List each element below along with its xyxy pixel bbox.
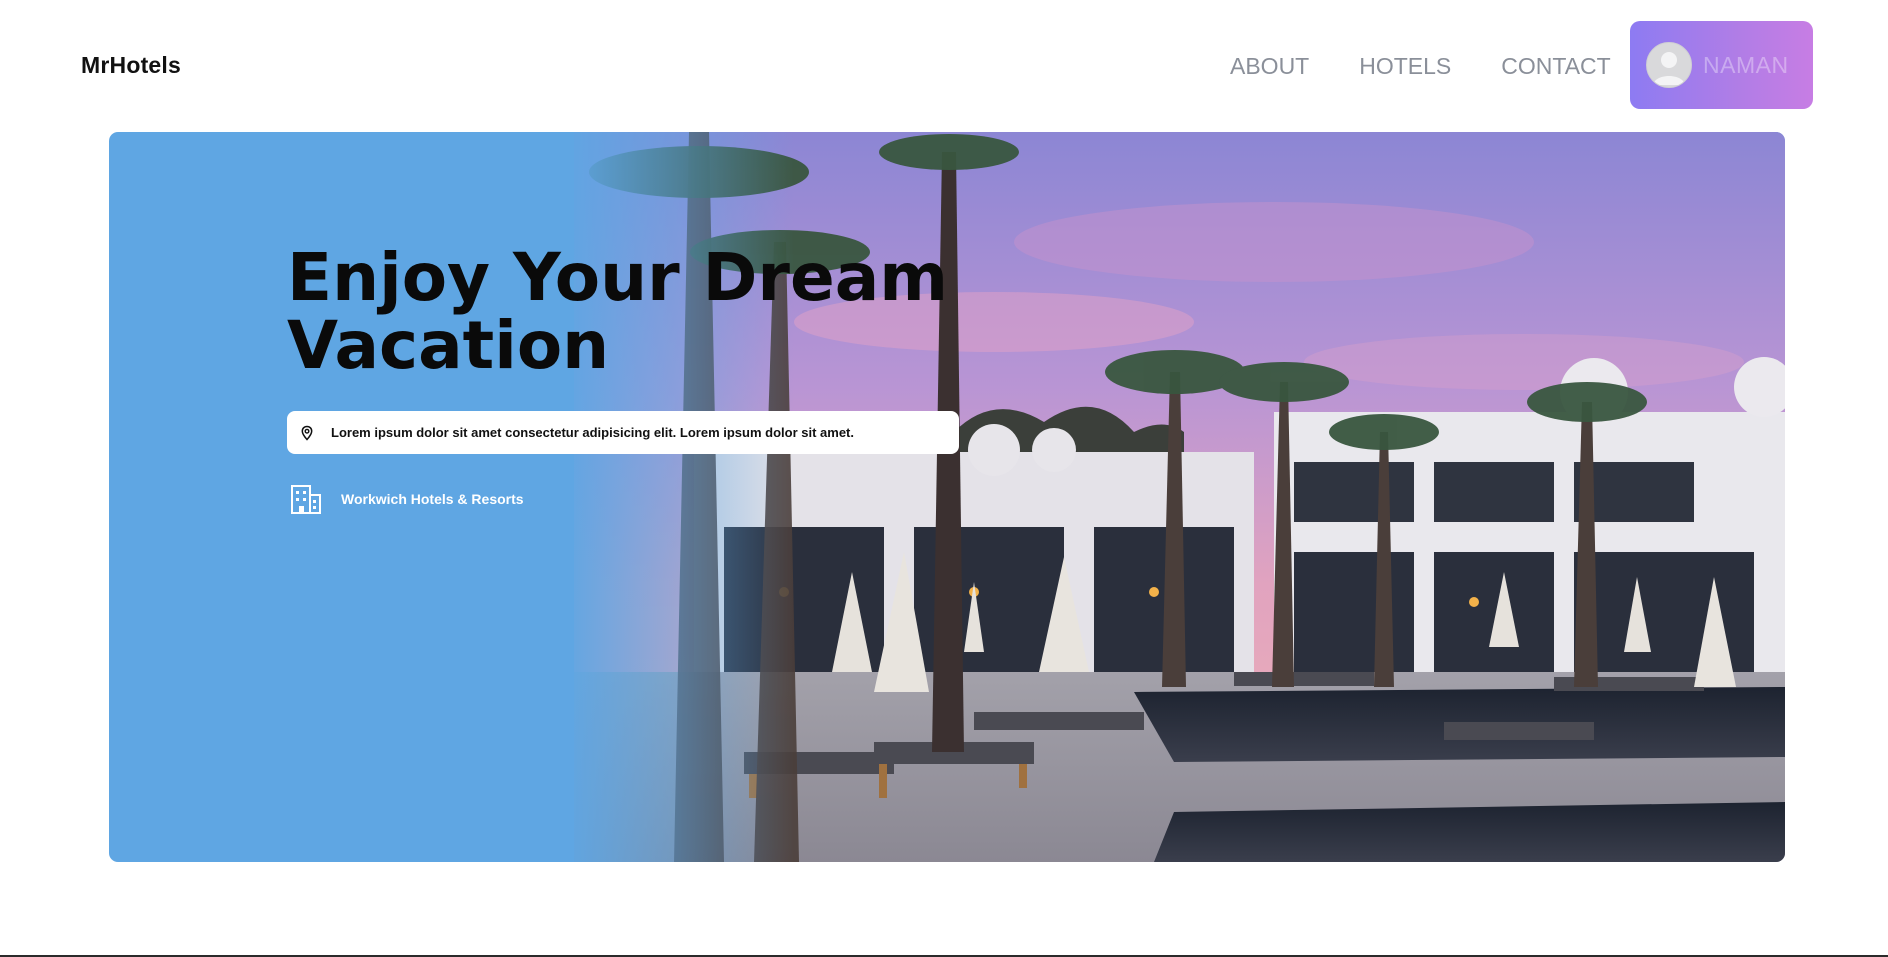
location-pill: Lorem ipsum dolor sit amet consectetur a… — [287, 411, 959, 454]
navbar: MrHotels ABOUT HOTELS CONTACT NAMAN — [0, 0, 1888, 132]
company-name: Workwich Hotels & Resorts — [341, 491, 524, 507]
profile-name: NAMAN — [1703, 51, 1789, 78]
hero-title-line1: Enjoy Your Dream — [287, 239, 949, 316]
hero-banner: Enjoy Your Dream Vacation Lorem ipsum do… — [109, 132, 1785, 862]
profile-button[interactable]: NAMAN — [1630, 21, 1813, 109]
user-avatar-icon — [1646, 42, 1692, 88]
nav-link-hotels[interactable]: HOTELS — [1359, 50, 1451, 82]
building-icon — [291, 485, 321, 514]
map-pin-icon — [301, 425, 313, 441]
company-info: Workwich Hotels & Resorts — [289, 482, 524, 516]
brand-logo[interactable]: MrHotels — [81, 52, 181, 79]
nav-link-contact[interactable]: CONTACT — [1501, 50, 1610, 82]
nav-links: ABOUT HOTELS CONTACT — [1230, 50, 1611, 82]
nav-link-about[interactable]: ABOUT — [1230, 50, 1309, 82]
hero-title-line2: Vacation — [287, 307, 610, 384]
hero-title: Enjoy Your Dream Vacation — [287, 244, 987, 380]
location-text: Lorem ipsum dolor sit amet consectetur a… — [331, 425, 854, 440]
